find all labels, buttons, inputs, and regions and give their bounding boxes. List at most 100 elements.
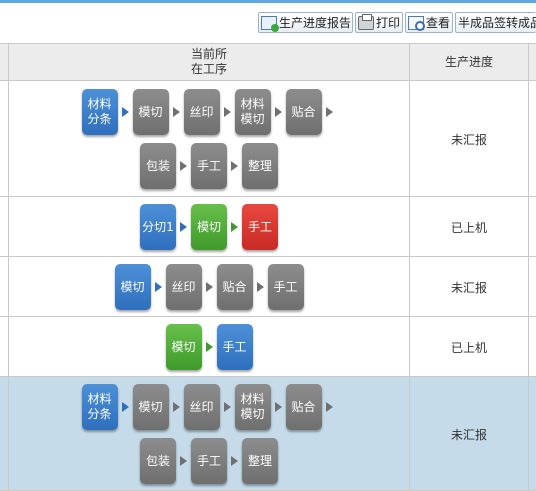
process-step-box[interactable]: 材料 分条 bbox=[81, 89, 118, 135]
arrow-right-icon bbox=[231, 222, 238, 232]
process-step-box[interactable]: 材料 分条 bbox=[81, 384, 118, 430]
process-step-box[interactable]: 丝印 bbox=[183, 89, 220, 135]
process-step-box[interactable]: 整理 bbox=[242, 143, 278, 189]
table-row[interactable]: 材料 分条 模切 丝印 材料 模切 贴合包装 手工 整理 未汇报 bbox=[0, 377, 536, 491]
process-step: 材料 模切 bbox=[234, 89, 286, 135]
progress-status: 已上机 bbox=[450, 220, 487, 235]
process-step: 丝印 bbox=[165, 264, 217, 310]
process-step: 包装 bbox=[140, 438, 191, 484]
view-button[interactable]: 查看 bbox=[405, 12, 453, 33]
arrow-right-icon bbox=[256, 282, 264, 292]
process-step-box[interactable]: 包装 bbox=[140, 143, 176, 189]
process-step-box[interactable]: 手工 bbox=[242, 204, 278, 250]
view-label: 查看 bbox=[426, 16, 451, 30]
progress-status: 未汇报 bbox=[450, 132, 487, 147]
process-step-box[interactable]: 模切 bbox=[132, 384, 169, 430]
process-flow: 材料 分条 模切 丝印 材料 模切 贴合包装 手工 整理 bbox=[9, 377, 409, 491]
progress-status: 未汇报 bbox=[450, 280, 487, 295]
view-icon bbox=[408, 15, 425, 31]
arrow-right-icon bbox=[325, 402, 333, 412]
process-step-box[interactable]: 丝印 bbox=[165, 264, 202, 310]
arrow-right-icon bbox=[172, 107, 180, 117]
process-flow: 模切 手工 bbox=[9, 317, 409, 377]
table-row[interactable]: 模切 丝印 贴合 手工 未汇报 bbox=[0, 257, 536, 317]
process-step-box[interactable]: 手工 bbox=[267, 264, 304, 310]
arrow-right-icon bbox=[205, 342, 213, 352]
process-step: 整理 bbox=[242, 143, 278, 189]
process-step: 贴合 bbox=[285, 89, 337, 135]
process-flow: 分切1 模切 手工 bbox=[9, 197, 409, 257]
process-step-box[interactable]: 手工 bbox=[216, 324, 253, 370]
process-step: 整理 bbox=[242, 438, 278, 484]
process-step-box[interactable]: 贴合 bbox=[285, 384, 322, 430]
arrow-right-icon bbox=[325, 107, 333, 117]
process-flow: 材料 分条 模切 丝印 材料 模切 贴合包装 手工 整理 bbox=[9, 81, 409, 197]
arrow-right-icon bbox=[274, 402, 282, 412]
toolbar: 生产进度报告 打印 查看 半成品签转成品 bbox=[0, 3, 536, 43]
progress-status: 未汇报 bbox=[450, 427, 487, 442]
column-divider bbox=[409, 43, 410, 491]
process-step-box[interactable]: 材料 模切 bbox=[234, 89, 271, 135]
process-step-box[interactable]: 模切 bbox=[165, 324, 202, 370]
process-step-box[interactable]: 模切 bbox=[114, 264, 151, 310]
print-button[interactable]: 打印 bbox=[355, 12, 403, 33]
process-step: 包装 bbox=[140, 143, 191, 189]
process-step: 手工 bbox=[191, 143, 242, 189]
process-step: 贴合 bbox=[216, 264, 268, 310]
print-icon bbox=[358, 13, 374, 30]
process-step: 手工 bbox=[267, 264, 304, 310]
process-step: 材料 分条 bbox=[81, 89, 133, 135]
header-progress: 生产进度 bbox=[444, 54, 493, 69]
process-step-box[interactable]: 手工 bbox=[191, 143, 227, 189]
process-step: 分切1 bbox=[140, 204, 191, 250]
arrow-right-icon bbox=[274, 107, 282, 117]
process-step: 手工 bbox=[216, 324, 253, 370]
process-step: 手工 bbox=[191, 438, 242, 484]
table-row[interactable]: 模切 手工 已上机 bbox=[0, 317, 536, 377]
arrow-right-icon bbox=[180, 222, 187, 232]
report-icon bbox=[261, 15, 279, 32]
arrow-right-icon bbox=[121, 402, 129, 412]
arrow-right-icon bbox=[121, 107, 129, 117]
process-step-box[interactable]: 贴合 bbox=[216, 264, 253, 310]
arrow-right-icon bbox=[180, 161, 187, 171]
process-step: 丝印 bbox=[183, 384, 235, 430]
process-step: 贴合 bbox=[285, 384, 337, 430]
process-step: 材料 分条 bbox=[81, 384, 133, 430]
progress-report-button[interactable]: 生产进度报告 bbox=[258, 12, 353, 33]
arrow-right-icon bbox=[223, 107, 231, 117]
process-step-box[interactable]: 手工 bbox=[191, 438, 227, 484]
arrow-right-icon bbox=[154, 282, 162, 292]
arrow-right-icon bbox=[231, 161, 238, 171]
semi-to-finished-button[interactable]: 半成品签转成品 bbox=[455, 12, 536, 33]
process-step: 模切 bbox=[132, 89, 184, 135]
process-step: 模切 bbox=[165, 324, 217, 370]
table-header: 当前所 在工序 生产进度 bbox=[0, 43, 536, 81]
arrow-right-icon bbox=[180, 456, 187, 466]
process-step-box[interactable]: 丝印 bbox=[183, 384, 220, 430]
table-row[interactable]: 分切1 模切 手工 已上机 bbox=[0, 197, 536, 257]
arrow-right-icon bbox=[231, 456, 238, 466]
process-step: 手工 bbox=[242, 204, 278, 250]
column-divider bbox=[8, 43, 9, 491]
arrow-right-icon bbox=[172, 402, 180, 412]
process-step: 模切 bbox=[132, 384, 184, 430]
arrow-right-icon bbox=[205, 282, 213, 292]
process-step: 模切 bbox=[191, 204, 242, 250]
table-row[interactable]: 材料 分条 模切 丝印 材料 模切 贴合包装 手工 整理 未汇报 bbox=[0, 81, 536, 197]
header-current-process: 当前所 在工序 bbox=[190, 47, 227, 76]
semi-to-finished-label: 半成品签转成品 bbox=[458, 16, 536, 30]
arrow-right-icon bbox=[223, 402, 231, 412]
progress-status: 已上机 bbox=[450, 340, 487, 355]
process-step-box[interactable]: 整理 bbox=[242, 438, 278, 484]
print-label: 打印 bbox=[376, 16, 401, 30]
process-step-box[interactable]: 模切 bbox=[132, 89, 169, 135]
column-divider bbox=[528, 43, 529, 491]
process-step-box[interactable]: 模切 bbox=[191, 204, 227, 250]
process-step-box[interactable]: 材料 模切 bbox=[234, 384, 271, 430]
progress-report-label: 生产进度报告 bbox=[279, 16, 352, 30]
process-step: 材料 模切 bbox=[234, 384, 286, 430]
process-step-box[interactable]: 包装 bbox=[140, 438, 176, 484]
process-step-box[interactable]: 分切1 bbox=[140, 204, 176, 250]
process-step-box[interactable]: 贴合 bbox=[285, 89, 322, 135]
